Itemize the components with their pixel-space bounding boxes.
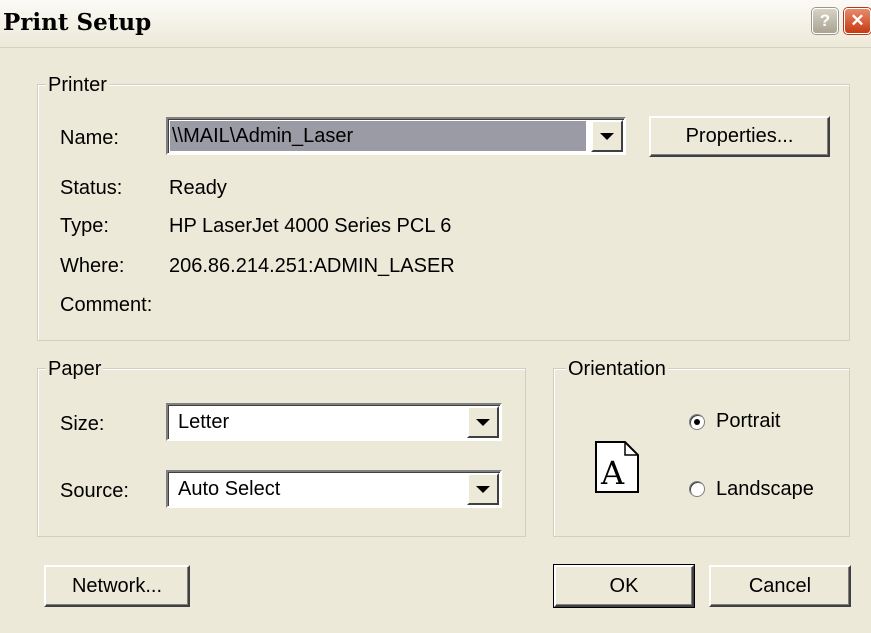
status-value: Ready xyxy=(169,177,227,199)
portrait-label[interactable]: Portrait xyxy=(716,409,780,433)
help-button[interactable]: ? xyxy=(812,8,838,34)
window-title: Print Setup xyxy=(3,9,152,36)
network-button[interactable]: Network... xyxy=(44,565,190,607)
close-button[interactable]: ✕ xyxy=(844,8,871,34)
printer-name-value: \\MAIL\Admin_Laser xyxy=(172,125,354,147)
chevron-down-icon xyxy=(600,132,614,140)
paper-size-dropdown-button[interactable] xyxy=(467,406,499,438)
source-label: Source: xyxy=(60,480,129,502)
radio-selected-dot xyxy=(694,419,700,425)
status-label: Status: xyxy=(60,177,123,199)
paper-source-select[interactable]: Auto Select xyxy=(166,470,502,508)
portrait-page-icon: A xyxy=(595,441,639,493)
printer-name-dropdown-button[interactable] xyxy=(591,120,623,152)
ok-button[interactable]: OK xyxy=(553,564,695,608)
paper-source-dropdown-button[interactable] xyxy=(467,473,499,505)
name-label: Name: xyxy=(60,127,119,149)
portrait-radio[interactable] xyxy=(689,414,705,430)
size-label: Size: xyxy=(60,413,105,435)
where-value: 206.86.214.251:ADMIN_LASER xyxy=(169,255,455,277)
page-glyph: A xyxy=(600,454,625,492)
printer-name-select[interactable]: \\MAIL\Admin_Laser xyxy=(166,117,626,155)
type-label: Type: xyxy=(60,215,109,237)
paper-size-value: Letter xyxy=(178,411,230,433)
chevron-down-icon xyxy=(476,418,490,426)
paper-legend: Paper xyxy=(46,357,104,381)
where-label: Where: xyxy=(60,255,125,277)
comment-label: Comment: xyxy=(60,294,153,316)
cancel-button[interactable]: Cancel xyxy=(709,565,851,607)
paper-group: Paper xyxy=(37,357,526,537)
properties-button[interactable]: Properties... xyxy=(649,116,830,157)
paper-source-value: Auto Select xyxy=(178,478,281,500)
type-value: HP LaserJet 4000 Series PCL 6 xyxy=(169,215,452,237)
orientation-legend: Orientation xyxy=(566,357,668,381)
landscape-radio[interactable] xyxy=(689,481,705,497)
printer-legend: Printer xyxy=(46,73,109,97)
title-bar: Print Setup ? ✕ xyxy=(0,0,871,48)
landscape-label[interactable]: Landscape xyxy=(716,477,814,501)
paper-size-select[interactable]: Letter xyxy=(166,403,502,441)
chevron-down-icon xyxy=(476,485,490,493)
